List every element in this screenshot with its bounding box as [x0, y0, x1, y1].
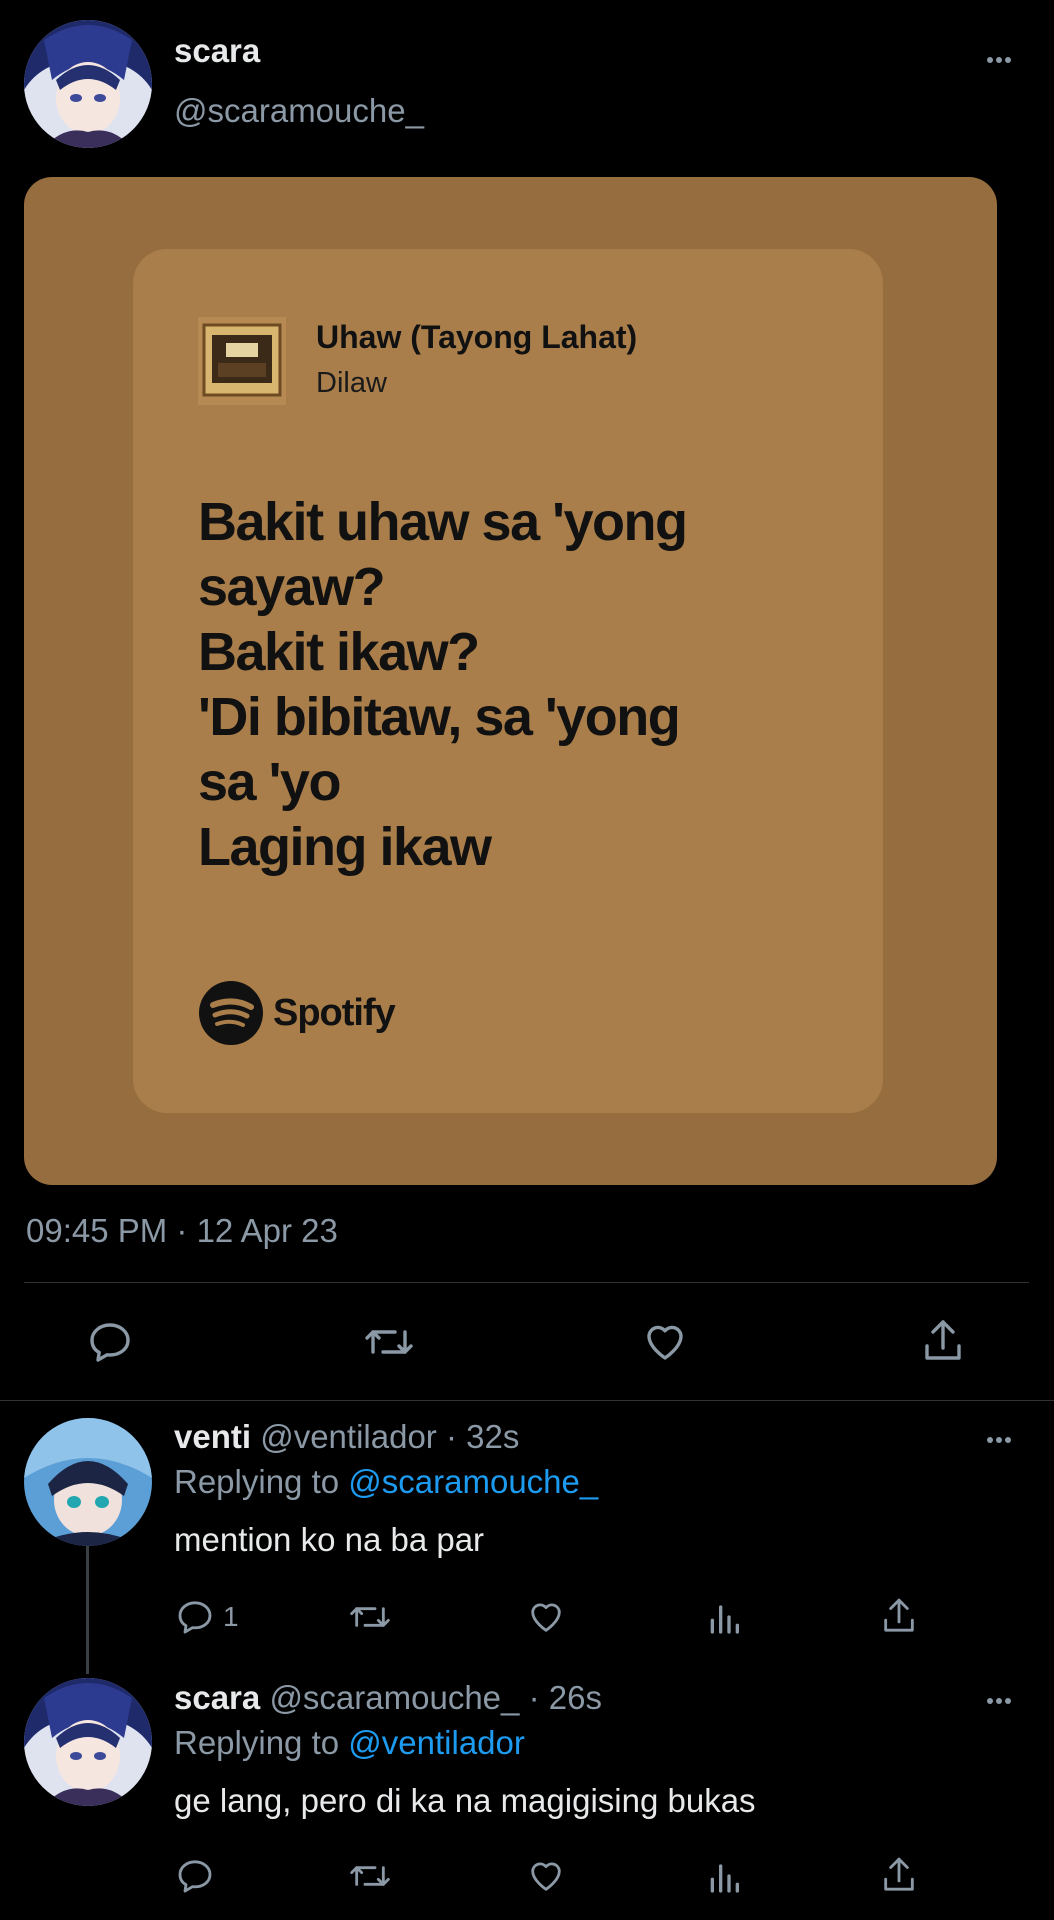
- replying-to-link[interactable]: @scaramouche_: [348, 1463, 598, 1500]
- replying-to-label: Replying to: [174, 1724, 340, 1761]
- more-options-icon[interactable]: [987, 1437, 1011, 1443]
- more-options-icon[interactable]: [987, 1698, 1011, 1704]
- replying-to-label: Replying to: [174, 1463, 340, 1500]
- avatar-scara[interactable]: [24, 20, 152, 148]
- lyric-line: Bakit uhaw sa 'yong: [198, 492, 688, 552]
- avatar-scara[interactable]: [24, 1678, 152, 1806]
- analytics-icon[interactable]: [704, 1856, 744, 1896]
- reply-icon[interactable]: [175, 1856, 215, 1896]
- reply-handle[interactable]: @ventilador: [260, 1418, 437, 1455]
- share-icon[interactable]: [879, 1595, 919, 1637]
- spotify-wordmark: Spotify: [273, 991, 396, 1034]
- retweet-icon[interactable]: [363, 1318, 415, 1366]
- reply-time[interactable]: 26s: [549, 1679, 602, 1716]
- share-icon[interactable]: [879, 1854, 919, 1896]
- reply-icon[interactable]: [86, 1318, 134, 1366]
- reply-header: venti @ventilador · 32s: [174, 1418, 519, 1456]
- divider: [24, 1282, 1029, 1283]
- divider: [0, 1400, 1054, 1401]
- lyric-line: sayaw?: [198, 557, 386, 617]
- like-icon[interactable]: [641, 1318, 689, 1366]
- like-icon[interactable]: [526, 1597, 566, 1637]
- album-art: [198, 317, 286, 405]
- lyric-line: sa 'yo: [198, 752, 341, 812]
- reply-display-name[interactable]: scara: [174, 1679, 260, 1716]
- reply-handle[interactable]: @scaramouche_: [269, 1679, 519, 1716]
- reply-text: mention ko na ba par: [174, 1521, 485, 1558]
- tweet-timestamp[interactable]: 09:45 PM · 12 Apr 23: [26, 1212, 338, 1250]
- like-icon[interactable]: [526, 1856, 566, 1896]
- separator-dot: ·: [445, 1418, 457, 1455]
- lyrics-block: Bakit uhaw sa 'yong sayaw? Bakit ikaw? '…: [198, 490, 858, 880]
- retweet-icon[interactable]: [348, 1856, 392, 1896]
- reply-icon[interactable]: 1: [175, 1597, 239, 1637]
- spotify-icon: [199, 981, 263, 1045]
- more-options-icon[interactable]: [987, 57, 1011, 63]
- lyric-line: Bakit ikaw?: [198, 622, 480, 682]
- spotify-lyrics-card[interactable]: Uhaw (Tayong Lahat) Dilaw Bakit uhaw sa …: [24, 177, 997, 1185]
- reply-text: ge lang, pero di ka na magigising bukas: [174, 1782, 756, 1819]
- author-display-name[interactable]: scara: [174, 32, 260, 70]
- reply-count: 1: [223, 1601, 239, 1632]
- reply-display-name[interactable]: venti: [174, 1418, 251, 1455]
- artist-name: Dilaw: [316, 367, 387, 399]
- lyrics-card-inner: Uhaw (Tayong Lahat) Dilaw Bakit uhaw sa …: [133, 249, 883, 1113]
- lyric-line: 'Di bibitaw, sa 'yong: [198, 687, 681, 747]
- replying-to: Replying to @ventilador: [174, 1724, 525, 1762]
- lyric-line: Laging ikaw: [198, 817, 492, 877]
- replying-to-link[interactable]: @ventilador: [348, 1724, 525, 1761]
- separator-dot: ·: [528, 1679, 540, 1716]
- analytics-icon[interactable]: [704, 1597, 744, 1637]
- reply-time[interactable]: 32s: [466, 1418, 519, 1455]
- share-icon[interactable]: [919, 1316, 967, 1366]
- thread-line: [86, 1540, 89, 1674]
- avatar-venti[interactable]: [24, 1418, 152, 1546]
- author-handle[interactable]: @scaramouche_: [174, 92, 424, 130]
- song-title: Uhaw (Tayong Lahat): [316, 319, 638, 355]
- retweet-icon[interactable]: [348, 1597, 392, 1637]
- spotify-logo: Spotify: [199, 981, 396, 1045]
- reply-header: scara @scaramouche_ · 26s: [174, 1679, 602, 1717]
- replying-to: Replying to @scaramouche_: [174, 1463, 598, 1501]
